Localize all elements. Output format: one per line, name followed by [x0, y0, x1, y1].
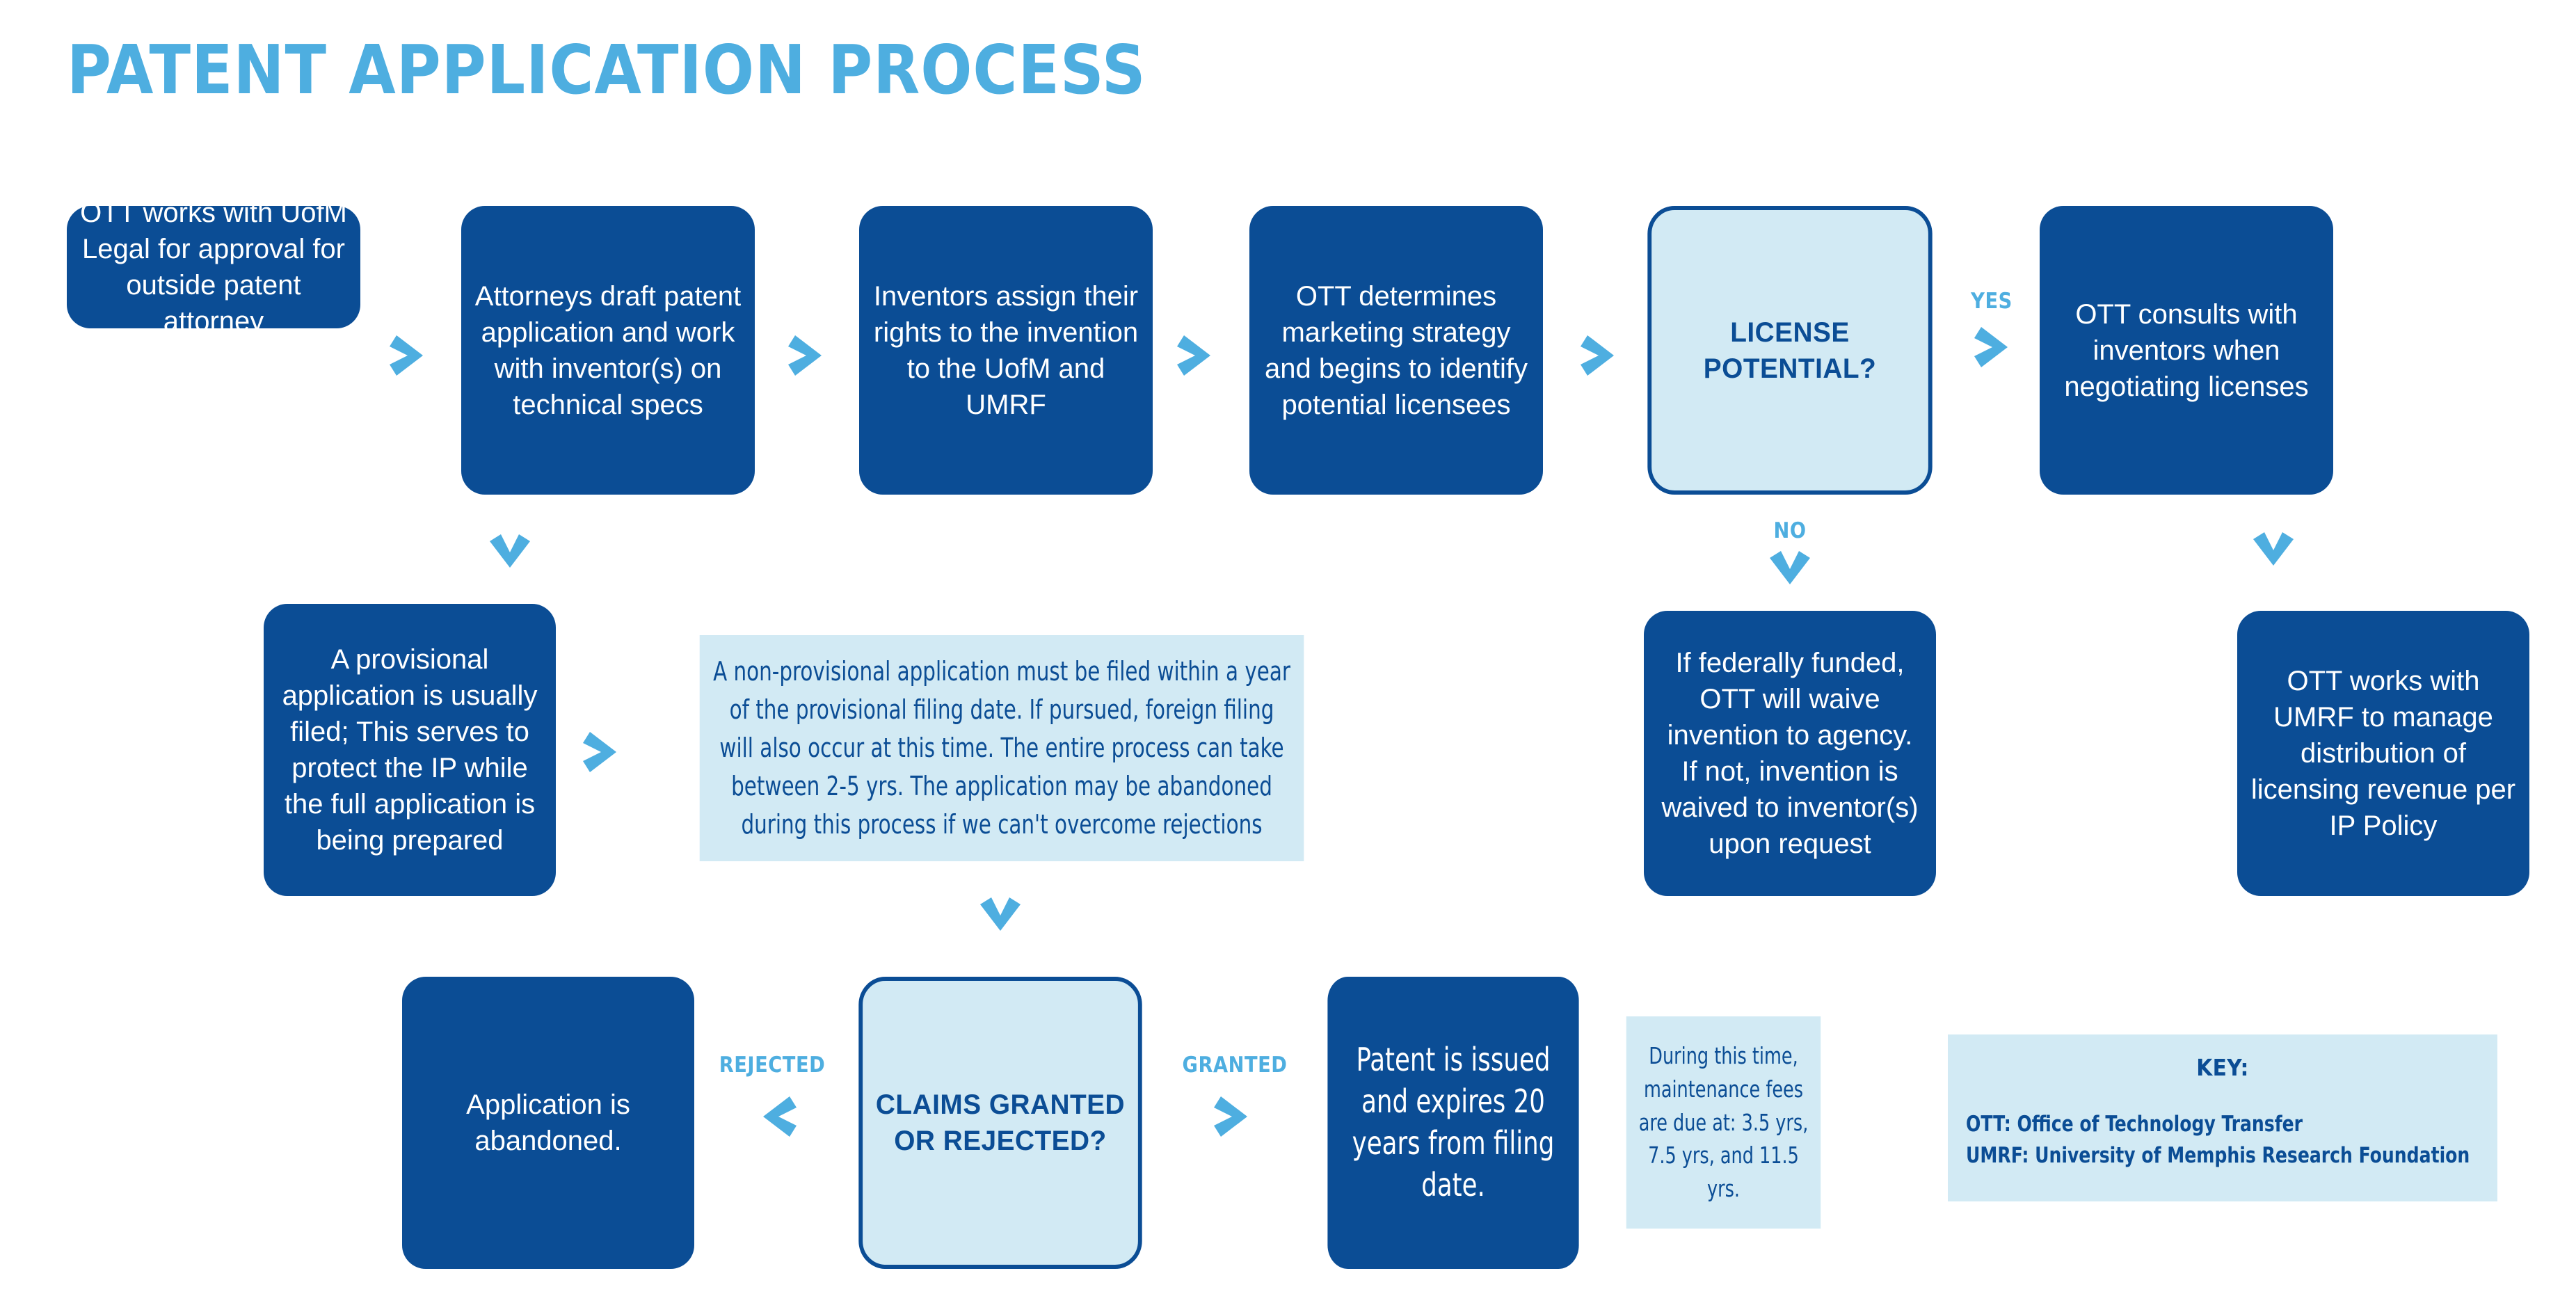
chevron-down-icon-umrf: [2250, 532, 2296, 574]
process-step-patent-issued: Patent is issued and expires 20 years fr…: [1327, 977, 1579, 1269]
chevron-right-icon-4: [1581, 333, 1622, 378]
chevron-down-icon-no: [1767, 551, 1813, 593]
branch-label-yes: YES: [1971, 289, 2013, 314]
key-line-ott: OTT: Office of Technology Transfer: [1966, 1112, 2303, 1137]
decision-license-potential: LICENSE POTENTIAL?: [1647, 206, 1933, 495]
process-step-ott-consults-inventors: OTT consults with inventors when negotia…: [2040, 206, 2333, 495]
key-line-umrf: UMRF: University of Memphis Research Fou…: [1966, 1142, 2470, 1168]
process-step-marketing-strategy: OTT determines marketing strategy and be…: [1249, 206, 1543, 495]
decision-claims-granted-or-rejected: CLAIMS GRANTED OR REJECTED?: [858, 977, 1142, 1269]
chevron-right-icon-2: [788, 333, 830, 378]
note-nonprovisional-application: A non-provisional application must be fi…: [699, 635, 1304, 861]
note-maintenance-fees: During this time, maintenance fees are d…: [1626, 1016, 1821, 1229]
process-step-inventors-assign: Inventors assign their rights to the inv…: [859, 206, 1153, 495]
chevron-down-icon-claims: [977, 897, 1023, 939]
page-title: PATENT APPLICATION PROCESS: [67, 31, 1146, 109]
chevron-right-icon-yes: [1974, 324, 2016, 370]
branch-label-no: NO: [1773, 518, 1807, 543]
process-step-umrf-revenue-distribution: OTT works with UMRF to manage distributi…: [2237, 611, 2529, 896]
chevron-left-icon-rejected: [755, 1094, 797, 1140]
process-step-attorneys-draft: Attorneys draft patent application and w…: [461, 206, 755, 495]
key-title: KEY:: [2196, 1054, 2249, 1081]
key-legend-box: KEY: OTT: Office of Technology Transfer …: [1948, 1034, 2497, 1201]
process-step-application-abandoned: Application is abandoned.: [402, 977, 694, 1269]
chevron-down-icon-step2: [487, 534, 533, 576]
process-step-provisional-application: A provisional application is usually fil…: [264, 604, 556, 896]
chevron-right-icon-3: [1177, 333, 1219, 378]
chevron-right-icon-1: [390, 333, 431, 378]
branch-label-rejected: REJECTED: [719, 1053, 826, 1078]
process-step-federally-funded: If federally funded, OTT will waive inve…: [1644, 611, 1936, 896]
chevron-right-icon-granted: [1214, 1094, 1256, 1140]
process-step-ott-legal-approval: OTT works with UofM Legal for approval f…: [67, 198, 360, 337]
chevron-right-icon-provisional: [583, 729, 625, 775]
branch-label-granted: GRANTED: [1182, 1053, 1288, 1078]
